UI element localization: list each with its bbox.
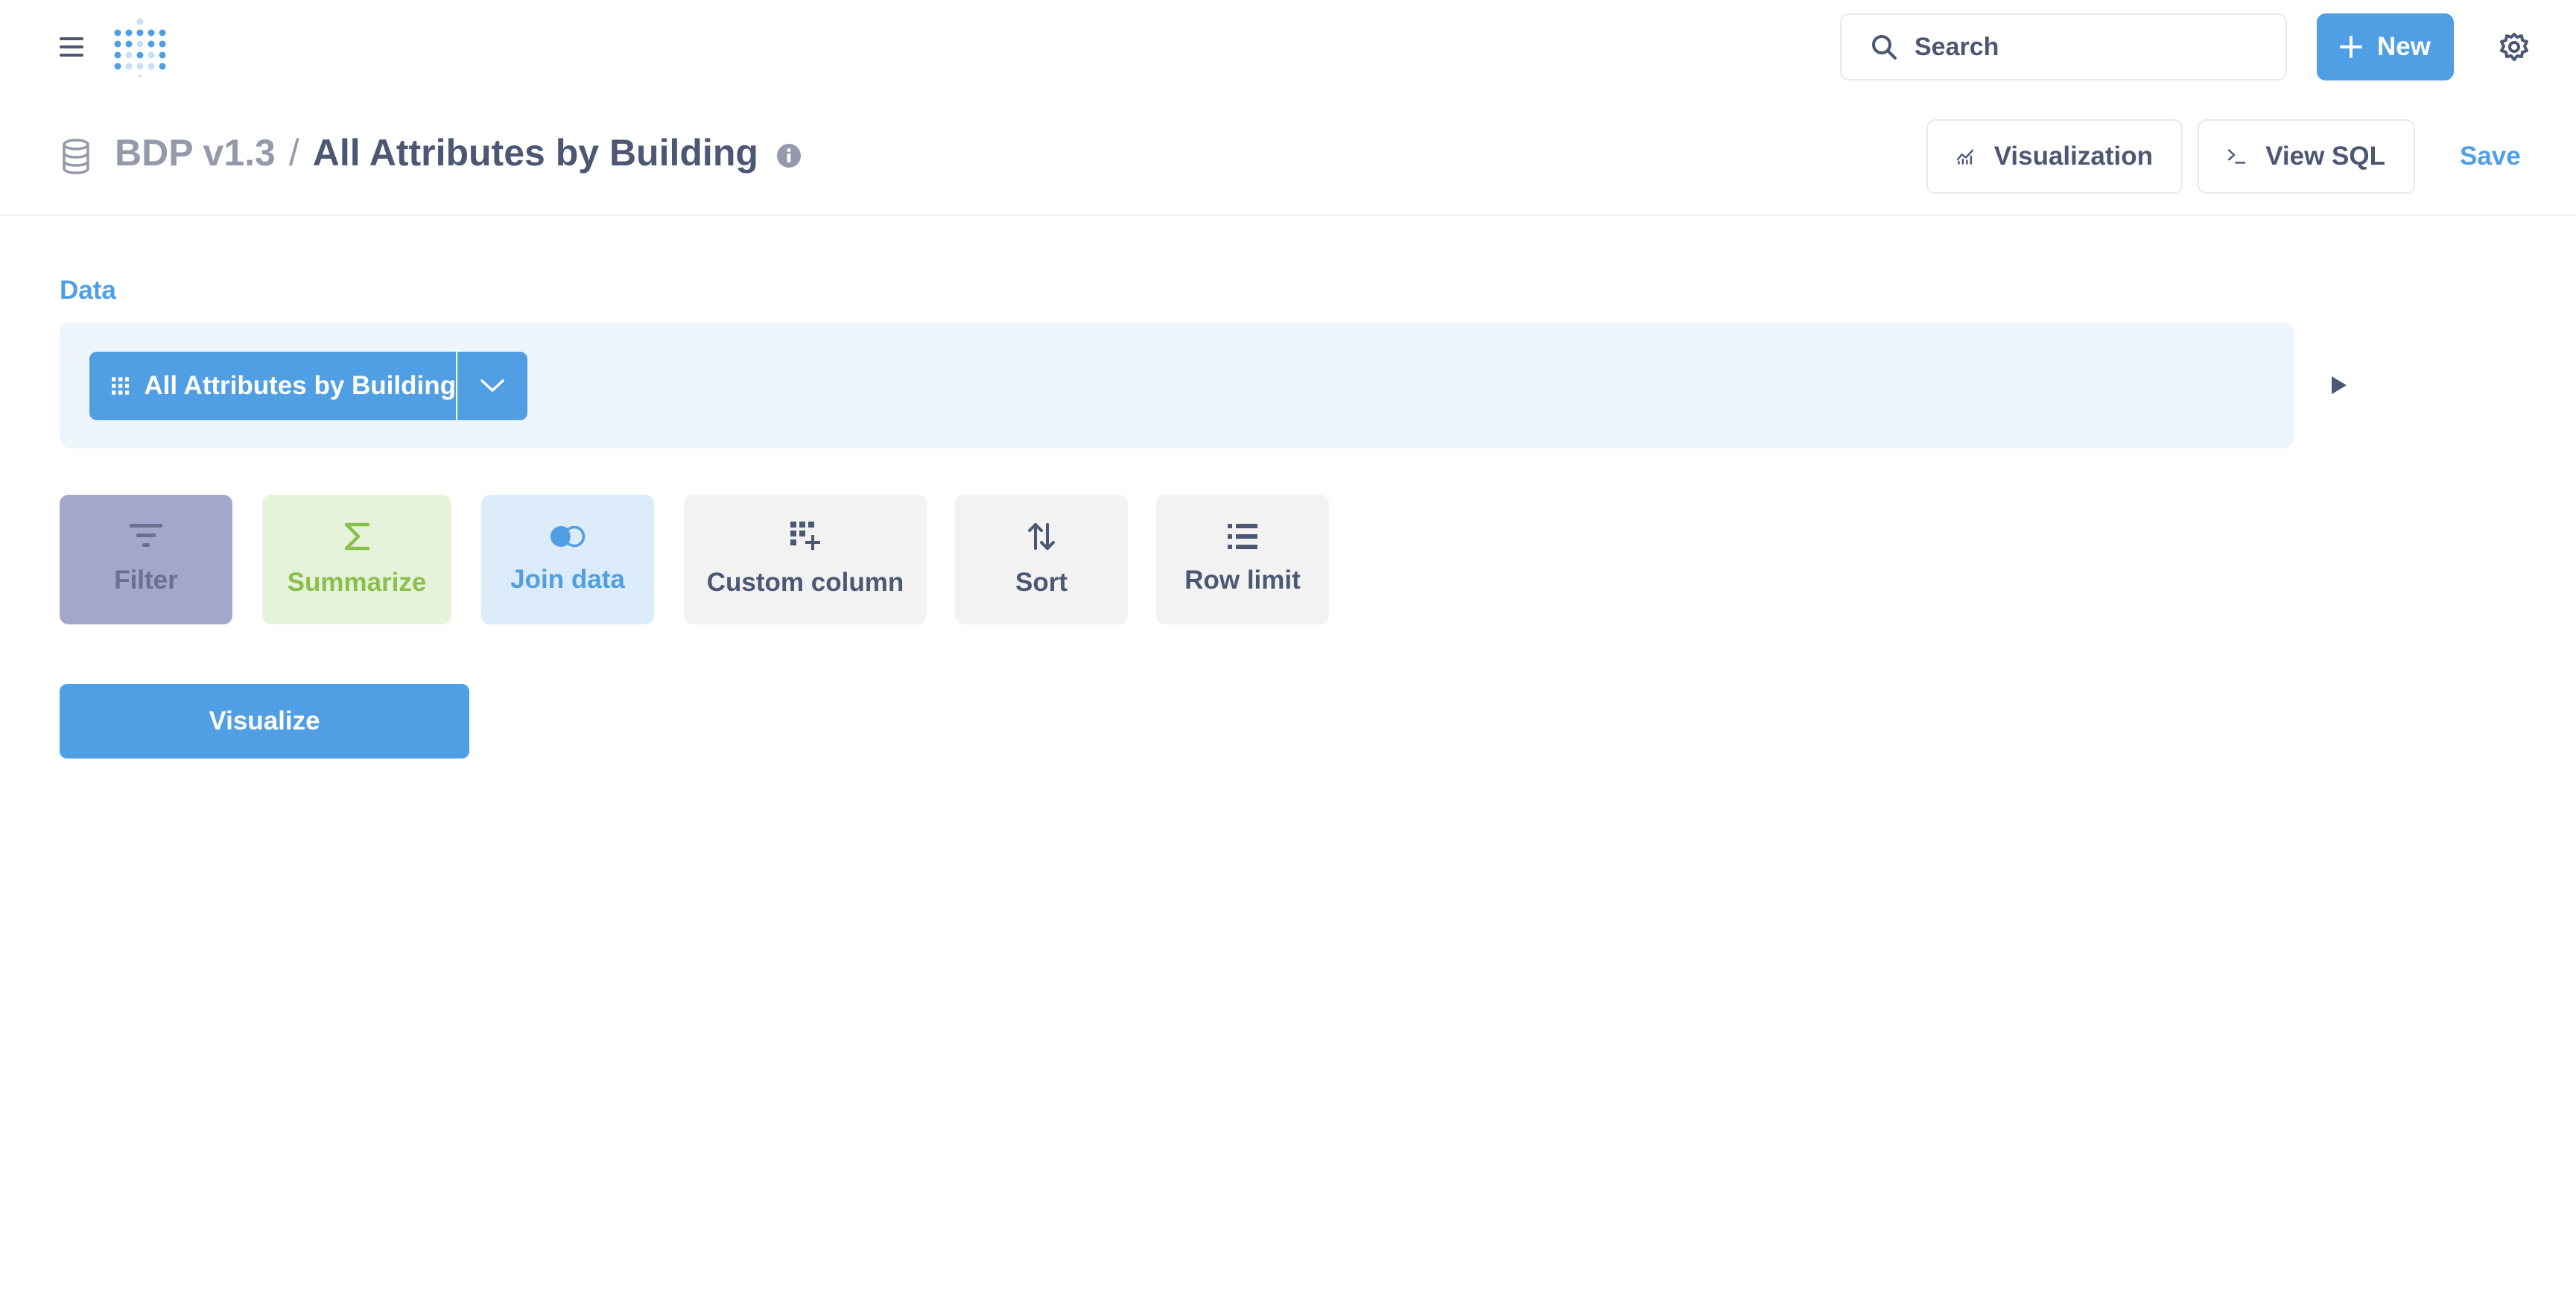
chevron-down-icon	[480, 379, 504, 392]
plus-icon	[2340, 36, 2363, 58]
new-button[interactable]: New	[2317, 13, 2454, 80]
add-column-icon	[790, 522, 820, 550]
gear-icon[interactable]	[2499, 31, 2530, 63]
grid-icon	[112, 377, 130, 395]
visualization-button-label: Visualization	[1993, 142, 2153, 171]
save-button[interactable]: Save	[2460, 142, 2521, 171]
summarize-label: Summarize	[287, 568, 427, 597]
metabase-logo[interactable]	[112, 18, 168, 77]
question-header: BDP v1.3 / All Attributes by Building Vi…	[0, 97, 2576, 216]
page-title: All Attributes by Building	[312, 132, 758, 174]
filter-label: Filter	[114, 566, 178, 595]
summarize-button[interactable]: Summarize	[262, 495, 451, 624]
sort-button[interactable]: Sort	[955, 495, 1128, 624]
data-source-dropdown[interactable]	[456, 352, 527, 420]
row-limit-button[interactable]: Row limit	[1156, 495, 1329, 624]
data-step-panel: All Attributes by Building	[60, 322, 2294, 449]
data-source-pill: All Attributes by Building	[89, 352, 527, 420]
sigma-icon	[344, 522, 370, 551]
view-sql-button[interactable]: View SQL	[2198, 119, 2415, 194]
top-navigation-bar: New	[0, 0, 2576, 97]
play-icon[interactable]	[2329, 374, 2348, 396]
info-icon[interactable]	[776, 143, 802, 168]
breadcrumb-database[interactable]: BDP v1.3	[115, 131, 276, 174]
line-chart-icon	[1956, 149, 1974, 165]
visualize-button[interactable]: Visualize	[60, 684, 469, 759]
database-icon	[63, 139, 89, 174]
filter-button[interactable]: Filter	[60, 495, 232, 624]
new-button-label: New	[2377, 32, 2431, 61]
list-icon	[1228, 524, 1257, 549]
custom-column-label: Custom column	[706, 568, 904, 597]
view-sql-button-label: View SQL	[2265, 142, 2385, 171]
data-section-label: Data	[60, 276, 116, 305]
join-data-button[interactable]: Join data	[481, 495, 654, 624]
visualization-button[interactable]: Visualization	[1926, 119, 2183, 194]
row-limit-label: Row limit	[1184, 566, 1301, 595]
hamburger-icon[interactable]	[60, 36, 85, 58]
join-icon	[551, 525, 586, 548]
filter-icon	[130, 524, 162, 547]
data-source-button[interactable]: All Attributes by Building	[89, 352, 456, 420]
join-data-label: Join data	[510, 565, 625, 594]
search-icon	[1872, 35, 1897, 60]
sort-icon	[1028, 523, 1055, 550]
sort-label: Sort	[1015, 568, 1067, 597]
data-source-label: All Attributes by Building	[144, 371, 456, 400]
terminal-icon	[2227, 149, 2246, 164]
search-box[interactable]	[1840, 13, 2287, 80]
custom-column-button[interactable]: Custom column	[684, 495, 927, 624]
breadcrumb-separator: /	[288, 132, 299, 174]
search-input[interactable]	[1914, 32, 2272, 62]
breadcrumb: BDP v1.3 / All Attributes by Building	[115, 131, 802, 174]
